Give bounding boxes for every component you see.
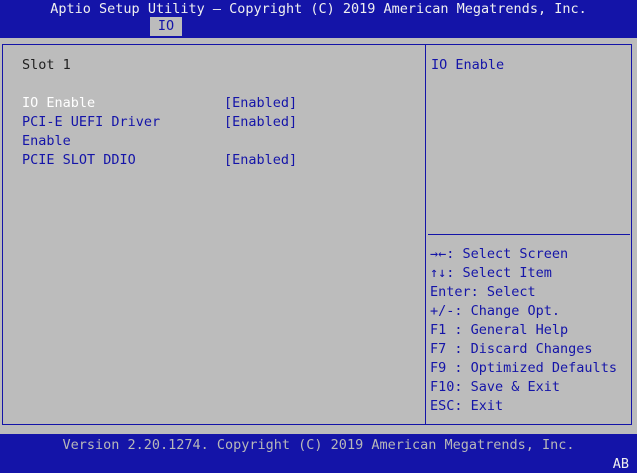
key-name: F10 bbox=[430, 379, 455, 395]
key-name: +/- bbox=[430, 303, 455, 319]
key-hint-optimized-defaults: F9 : Optimized Defaults bbox=[430, 359, 617, 378]
key-hint-text: : Discard Changes bbox=[454, 341, 593, 357]
app-title: Aptio Setup Utility – Copyright (C) 2019… bbox=[50, 1, 587, 17]
key-hint-text: : General Help bbox=[454, 322, 569, 338]
key-hint-text: : Optimized Defaults bbox=[454, 360, 617, 376]
help-text: IO Enable bbox=[431, 57, 505, 73]
key-hint-text: : Select Screen bbox=[446, 246, 569, 262]
setting-label[interactable]: PCI-E UEFI Driver bbox=[22, 113, 160, 132]
key-hint-enter: Enter: Select bbox=[430, 283, 536, 302]
help-divider bbox=[428, 234, 630, 235]
version-text: Version 2.20.1274. Copyright (C) 2019 Am… bbox=[62, 437, 575, 453]
setting-value[interactable]: [Enabled] bbox=[224, 113, 297, 132]
key-hint-save-exit: F10: Save & Exit bbox=[430, 378, 560, 397]
key-hint-change-opt: +/-: Change Opt. bbox=[430, 302, 560, 321]
setting-value[interactable]: [Enabled] bbox=[224, 94, 297, 113]
tab-io[interactable]: IO bbox=[150, 17, 182, 36]
key-hint-text: : Change Opt. bbox=[454, 303, 561, 319]
key-hint-text: : Exit bbox=[454, 398, 504, 414]
setting-label-continued[interactable]: Enable bbox=[22, 132, 71, 151]
key-hint-text: : Select bbox=[470, 284, 536, 300]
key-name: ESC bbox=[430, 398, 455, 414]
arrows-horizontal-icon: →← bbox=[430, 246, 447, 262]
panel-divider bbox=[425, 44, 426, 425]
section-title: Slot 1 bbox=[22, 57, 71, 73]
setting-label[interactable]: IO Enable bbox=[22, 94, 95, 113]
key-hint-exit: ESC: Exit bbox=[430, 397, 503, 416]
key-hint-text: : Select Item bbox=[446, 265, 552, 281]
key-hint-general-help: F1 : General Help bbox=[430, 321, 568, 340]
key-hint-select-screen: →←: Select Screen bbox=[430, 245, 568, 264]
key-name: Enter bbox=[430, 284, 471, 300]
setting-label[interactable]: PCIE SLOT DDIO bbox=[22, 151, 136, 170]
key-name: F7 bbox=[430, 341, 455, 357]
key-name: F1 bbox=[430, 322, 455, 338]
key-hint-text: : Save & Exit bbox=[454, 379, 561, 395]
key-hint-discard-changes: F7 : Discard Changes bbox=[430, 340, 593, 359]
key-hint-select-item: ↑↓: Select Item bbox=[430, 264, 552, 283]
key-name: F9 bbox=[430, 360, 455, 376]
setting-value[interactable]: [Enabled] bbox=[224, 151, 297, 170]
arrows-vertical-icon: ↑↓ bbox=[430, 265, 447, 281]
ab-badge: AB bbox=[612, 456, 629, 472]
